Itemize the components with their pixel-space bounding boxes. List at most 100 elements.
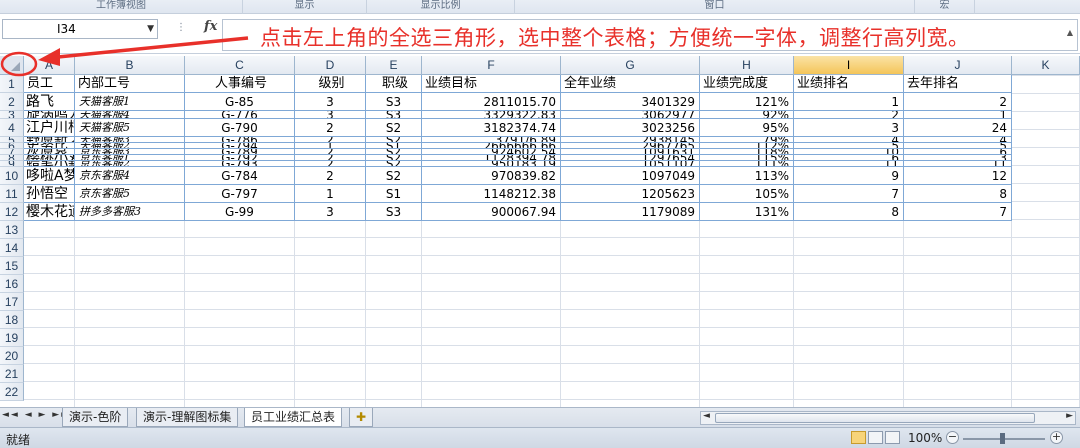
cell[interactable]: 京东客服4 [75,167,185,185]
cell[interactable]: 哆啦A梦 [24,167,75,185]
cell[interactable]: 24 [904,119,1012,137]
row-header[interactable]: 19 [0,329,24,347]
cell[interactable]: 业绩完成度 [700,75,794,93]
cell[interactable]: S3 [366,111,422,119]
cell-grid[interactable]: 员工 内部工号 人事编号 级别 职级 业绩目标 全年业绩 业绩完成度 业绩排名 去年排名 路飞 天猫客… [24,75,1080,407]
cell[interactable]: 业绩排名 [794,75,904,93]
cell[interactable]: 2811015.70 [422,93,561,111]
cell[interactable]: 天猫客服1 [75,93,185,111]
cell[interactable]: 京东客服5 [75,185,185,203]
column-header[interactable]: D [295,56,366,75]
row-header[interactable]: 17 [0,293,24,311]
column-header[interactable]: J [904,56,1012,75]
row-header[interactable]: 12 [0,203,24,221]
cell[interactable]: G-790 [185,119,295,137]
cell[interactable]: 孙悟空 [24,185,75,203]
cell[interactable]: G-99 [185,203,295,221]
cell[interactable]: 1 [794,93,904,111]
cell[interactable]: 12 [904,167,1012,185]
cell[interactable]: 职级 [366,75,422,93]
cell[interactable]: 7 [794,185,904,203]
scroll-thumb[interactable] [715,413,1035,423]
cell[interactable]: S2 [366,119,422,137]
cell[interactable]: 8 [794,203,904,221]
cell[interactable]: 105% [700,185,794,203]
horizontal-scrollbar[interactable]: ◄ ► [700,411,1076,425]
cell[interactable]: 7 [904,203,1012,221]
cell[interactable]: 员工 [24,75,75,93]
row-header[interactable]: 22 [0,383,24,401]
cell[interactable]: 天猫客服5 [75,119,185,137]
cell[interactable]: G-784 [185,167,295,185]
row-header[interactable]: 21 [0,365,24,383]
cell[interactable]: 1 [904,111,1012,119]
cell[interactable]: 2 [295,167,366,185]
cell[interactable]: 樱木花道 [24,203,75,221]
cell[interactable]: 路飞 [24,93,75,111]
cell[interactable]: 2 [295,119,366,137]
insert-sheet-icon[interactable]: ✚ [349,408,374,427]
table-row[interactable]: 孙悟空 京东客服5 G-797 1 S1 1148212.38 1205623 105% 7 8 [24,185,1012,203]
row-header[interactable]: 18 [0,311,24,329]
cell[interactable]: 3062977 [561,111,700,119]
tab-sheet-1[interactable]: 演示-色阶 [62,408,129,427]
cell[interactable]: 3401329 [561,93,700,111]
cell[interactable]: 92% [700,111,794,119]
cell[interactable]: 内部工号 [75,75,185,93]
row-header[interactable]: 14 [0,239,24,257]
zoom-out-button[interactable]: − [946,431,959,444]
column-header[interactable]: A [24,56,75,75]
row-header[interactable]: 10 [0,167,24,185]
normal-view-button[interactable] [851,431,866,444]
cell[interactable]: 95% [700,119,794,137]
tab-sheet-2[interactable]: 演示-理解图标集 [136,408,239,427]
column-header[interactable]: G [561,56,700,75]
cell[interactable]: G-85 [185,93,295,111]
cell[interactable]: 江户川柯南 [24,119,75,137]
cell[interactable]: 121% [700,93,794,111]
column-header[interactable]: F [422,56,561,75]
table-row[interactable]: 江户川柯南天猫客服5G-7902S23182374.74302325695%32… [24,119,1012,137]
row-header[interactable]: 11 [0,185,24,203]
name-box[interactable]: I34 ▼ [2,19,158,39]
page-break-view-button[interactable] [885,431,900,444]
row-header[interactable]: 20 [0,347,24,365]
table-row[interactable]: 哆啦A梦 京东客服4 G-784 2 S2 970839.82 1097049 113% 9 12 [24,167,1012,185]
cell[interactable]: S2 [366,167,422,185]
cell[interactable]: 1 [295,185,366,203]
column-header[interactable]: E [366,56,422,75]
cell[interactable]: 拼多多客服3 [75,203,185,221]
cell[interactable]: 1148212.38 [422,185,561,203]
select-all-button[interactable] [0,56,24,75]
zoom-slider-thumb[interactable] [1000,433,1005,444]
cell[interactable]: 970839.82 [422,167,561,185]
cell[interactable]: 全年业绩 [561,75,700,93]
cell[interactable]: 113% [700,167,794,185]
row-header[interactable]: 4 [0,119,24,137]
column-header[interactable]: K [1012,56,1080,75]
cell[interactable]: 131% [700,203,794,221]
cell[interactable]: G-797 [185,185,295,203]
row-header[interactable]: 2 [0,93,24,111]
cell[interactable]: 3 [295,93,366,111]
table-row[interactable]: 旋涡鸣人天猫客服4G-7763S33329322.83306297792%21 [24,111,1012,119]
chevron-down-icon[interactable]: ▼ [147,20,154,38]
cell[interactable]: 天猫客服4 [75,111,185,119]
cell[interactable]: S3 [366,93,422,111]
row-header[interactable]: 3 [0,111,24,119]
cell[interactable]: 1179089 [561,203,700,221]
tab-scroll-buttons[interactable]: ◄◄ ◄ ► ►► [2,410,70,420]
row-header[interactable]: 1 [0,75,24,93]
column-header[interactable]: C [185,56,295,75]
header-row[interactable]: 员工 内部工号 人事编号 级别 职级 业绩目标 全年业绩 业绩完成度 业绩排名 去年排名 [24,75,1012,93]
cell[interactable]: S3 [366,203,422,221]
page-layout-view-button[interactable] [868,431,883,444]
cell[interactable]: 3 [794,119,904,137]
cell[interactable]: 900067.94 [422,203,561,221]
cell[interactable]: 业绩目标 [422,75,561,93]
table-row[interactable]: 路飞 天猫客服1 G-85 3 S3 2811015.70 3401329 121% 1 2 [24,93,1012,111]
cell[interactable]: S1 [366,185,422,203]
cell[interactable]: 3329322.83 [422,111,561,119]
insert-function-button[interactable]: fx [204,19,217,34]
cell[interactable]: 2 [904,93,1012,111]
